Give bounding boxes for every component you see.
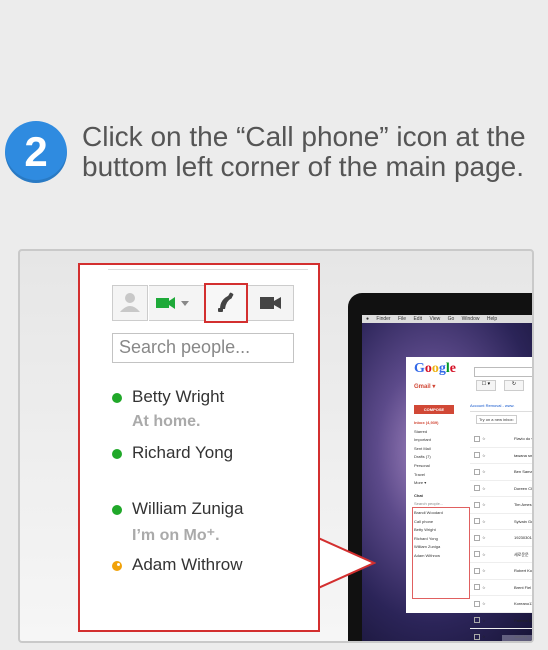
laptop-screen: ● Finder File Edit View Go Window Help G… [362, 315, 532, 641]
gmail-search-box [474, 367, 532, 377]
compose-button: COMPOSE [414, 405, 454, 414]
google-logo: Google [414, 361, 456, 376]
gmail-label: Gmail ▾ [414, 384, 436, 390]
avatar-placeholder-icon[interactable] [112, 285, 148, 321]
ad-link: Account Removal - www. [470, 403, 532, 412]
email-list: ☆ Flavio do v ☆ tawana smi ☆ Ben Samano … [470, 431, 532, 641]
email-row: ☆ Sylvain Gec [470, 514, 532, 530]
chevron-down-icon [181, 301, 189, 306]
menu-file: File [398, 316, 407, 322]
menu-go: Go [447, 316, 455, 322]
nav-more: More ▾ [414, 480, 427, 486]
nav-travel: Travel [414, 471, 425, 477]
nav-sent: Sent Mail [414, 445, 431, 451]
online-status-icon [112, 393, 122, 403]
nav-drafts: Drafts (7) [414, 454, 431, 460]
call-phone-button[interactable] [204, 283, 248, 323]
contact-name: Betty Wright [132, 387, 225, 406]
callout-pointer [316, 537, 376, 591]
select-checkbox-button: ☐ ▾ [476, 380, 496, 391]
online-status-icon [112, 505, 122, 515]
contact-name: Adam Withrow [132, 555, 243, 574]
nav-starred: Starred [414, 428, 428, 434]
camera-icon[interactable] [256, 289, 286, 317]
divider [108, 269, 308, 270]
call-phone-icon [218, 292, 234, 312]
email-row: ☆ Doreen Chi [470, 481, 532, 497]
menu-edit: Edit [413, 316, 423, 322]
menu-finder: Finder [376, 316, 391, 322]
search-people-input[interactable]: Search people... [112, 333, 294, 363]
idle-status-icon [112, 561, 122, 571]
online-status-icon [112, 449, 122, 459]
contact-name: Richard Yong [132, 443, 234, 462]
gmail-window: Google Gmail ▾ ☐ ▾ ↻ COMPOSE Account Rem… [406, 357, 532, 640]
step-instruction: Click on the “Call phone” icon at the bu… [82, 121, 526, 182]
contact-status: At home. [132, 413, 201, 430]
menu-view: View [429, 316, 441, 322]
email-row: ☆ Robert Kohl [470, 563, 532, 580]
nav-inbox: Inbox (4,939) [414, 420, 439, 425]
mac-dock [502, 635, 532, 641]
email-row: ☆ Fatema Bh [470, 613, 532, 629]
contact-status: I’m on Mo⁺. [132, 527, 220, 544]
try-inbox-link: Try on a new inbox: [476, 415, 517, 424]
email-row: ☆ 1923030182 [470, 530, 532, 547]
menu-help: Help [486, 316, 498, 322]
email-row: ☆ Koreano11 [470, 596, 532, 613]
email-row: ☆ tawana smi [470, 448, 532, 464]
chat-highlight-box [412, 507, 470, 599]
zoomed-chat-panel: Search people... Betty Wright At home. R… [78, 263, 320, 632]
email-row: ☆ Flavio do v [470, 431, 532, 448]
email-row: ☆ Brent Fiel [470, 580, 532, 596]
contact-name: William Zuniga [132, 499, 244, 518]
email-row: ☆ Ben Samano [470, 464, 532, 481]
refresh-icon: ↻ [504, 380, 524, 391]
email-row: ☆ Tim Ames [470, 497, 532, 514]
nav-personal: Personal [414, 462, 430, 468]
step-number-badge: 2 [5, 121, 67, 183]
mac-menubar: ● Finder File Edit View Go Window Help [362, 315, 532, 323]
menu-window: Window [461, 316, 480, 322]
apple-icon: ● [366, 316, 370, 322]
video-call-icon[interactable] [153, 289, 193, 317]
chat-heading: Chat [414, 492, 423, 498]
email-row: ☆ 세로운문 [470, 547, 532, 563]
nav-important: Important [414, 437, 431, 443]
illustration-frame: ● Finder File Edit View Go Window Help G… [18, 249, 534, 643]
